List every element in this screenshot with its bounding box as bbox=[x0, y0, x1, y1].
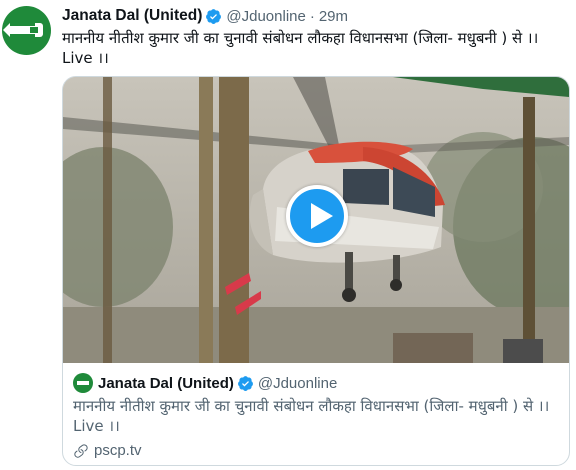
card-link[interactable]: pscp.tv bbox=[73, 442, 559, 459]
timestamp[interactable]: 29m bbox=[319, 8, 348, 25]
card-details: Janata Dal (United) @Jduonline माननीय नी… bbox=[73, 373, 559, 459]
author-handle[interactable]: @Jduonline bbox=[226, 8, 305, 25]
separator: · bbox=[309, 7, 315, 25]
card-avatar bbox=[73, 373, 93, 393]
tweet-header: Janata Dal (United) @Jduonline · 29m bbox=[62, 6, 348, 26]
video-thumbnail[interactable] bbox=[63, 77, 569, 363]
author-name[interactable]: Janata Dal (United) bbox=[62, 7, 202, 25]
tweet-text: माननीय नीतीश कुमार जी का चुनावी संबोधन ल… bbox=[62, 29, 539, 67]
card-author-name: Janata Dal (United) bbox=[98, 374, 234, 392]
card-text: माननीय नीतीश कुमार जी का चुनावी संबोधन ल… bbox=[73, 397, 550, 435]
play-icon[interactable] bbox=[286, 185, 348, 247]
link-card[interactable]: Janata Dal (United) @Jduonline माननीय नी… bbox=[62, 76, 570, 466]
card-link-text[interactable]: pscp.tv bbox=[94, 442, 142, 459]
link-icon bbox=[74, 443, 88, 458]
verified-badge-icon bbox=[237, 375, 253, 391]
tweet[interactable]: Janata Dal (United) @Jduonline · 29m मान… bbox=[0, 0, 576, 470]
card-author-handle: @Jduonline bbox=[257, 374, 338, 392]
verified-badge-icon bbox=[206, 8, 222, 24]
card-header: Janata Dal (United) @Jduonline bbox=[73, 373, 559, 393]
arrow-logo-icon bbox=[3, 23, 43, 37]
avatar[interactable] bbox=[2, 6, 51, 55]
